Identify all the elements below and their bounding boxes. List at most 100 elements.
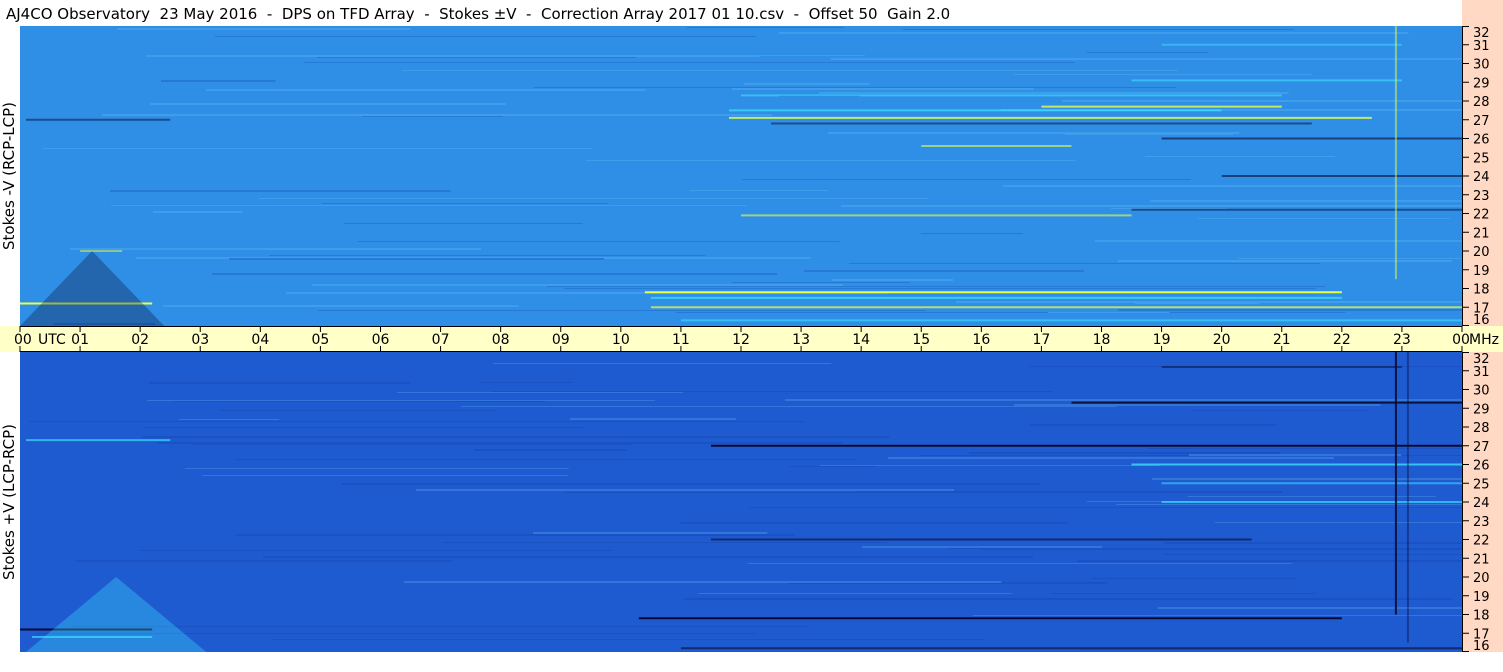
y-tick-label: 25 xyxy=(1473,477,1490,492)
spectrogram-bottom-svg xyxy=(20,352,1462,652)
texture-streak xyxy=(111,205,747,206)
y-axis-label-bottom: Stokes +V (LCP-RCP) xyxy=(0,424,18,580)
texture-streak xyxy=(1013,74,1312,75)
texture-streak xyxy=(686,27,844,28)
vertical-interference-line xyxy=(1394,352,1397,615)
texture-streak xyxy=(1146,448,1462,449)
texture-streak xyxy=(322,203,609,204)
texture-streak xyxy=(416,489,955,491)
y-tick-label: 29 xyxy=(1473,76,1490,91)
texture-streak xyxy=(1187,496,1436,497)
texture-streak xyxy=(142,436,890,438)
stokes-plus-v-spectrogram xyxy=(20,352,1462,652)
texture-streak xyxy=(920,233,1024,234)
texture-streak xyxy=(1002,185,1462,187)
x-tick-label: 15 xyxy=(912,332,930,348)
texture-streak xyxy=(344,223,583,224)
texture-streak xyxy=(848,263,1320,264)
x-tick-label: 00 xyxy=(14,332,32,348)
y-tick-label: 20 xyxy=(1473,571,1490,586)
x-tick-label: 19 xyxy=(1153,332,1171,348)
texture-streak xyxy=(534,87,1176,88)
texture-streak xyxy=(442,542,887,543)
texture-streak xyxy=(236,534,795,536)
texture-streak xyxy=(570,418,737,420)
utc-time-axis: 00 01 02 03 04 05 06 07 08 09 10 11 12 13 14 15 16 17 18 19… xyxy=(0,326,1503,352)
emission-band xyxy=(650,296,1342,299)
texture-streak xyxy=(163,305,519,307)
texture-streak xyxy=(139,550,613,551)
y-tick-label: 28 xyxy=(1473,421,1490,436)
emission-band xyxy=(1161,501,1462,503)
emission-band xyxy=(650,306,1462,309)
spectrogram-top-svg xyxy=(20,26,1462,326)
x-tick-label: 07 xyxy=(432,332,450,348)
emission-band xyxy=(680,319,1462,322)
x-unit-label: UTC xyxy=(38,332,66,348)
texture-streak xyxy=(902,29,1294,30)
emission-band xyxy=(1161,366,1402,368)
texture-streak xyxy=(564,288,1316,289)
texture-streak xyxy=(948,548,1058,549)
x-tick-label: 06 xyxy=(372,332,390,348)
y-tick-label: 26 xyxy=(1473,459,1490,474)
x-tick-label: 22 xyxy=(1333,332,1351,348)
texture-streak xyxy=(147,400,655,401)
texture-streak xyxy=(818,92,1289,94)
texture-streak xyxy=(202,475,568,476)
y-tick-label: 21 xyxy=(1473,552,1490,567)
texture-streak xyxy=(819,465,1160,466)
texture-streak xyxy=(43,148,593,149)
stokes-minus-v-spectrogram xyxy=(20,26,1462,326)
x-tick-label: 14 xyxy=(852,332,870,348)
y-tick-label: 23 xyxy=(1473,189,1490,204)
emission-band xyxy=(710,538,1252,541)
texture-streak xyxy=(402,70,1179,71)
texture-streak xyxy=(212,273,778,275)
freq-axis-top: 16 17 18 19 20 21 22 23 24 25 26 27 28 29 30 31 32 xyxy=(1462,26,1503,326)
texture-streak xyxy=(215,36,757,37)
y-tick-label: 24 xyxy=(1473,170,1490,185)
vertical-interference-line xyxy=(1394,26,1397,280)
texture-streak xyxy=(1117,309,1462,311)
texture-streak xyxy=(1094,240,1462,242)
emission-band xyxy=(1161,43,1402,46)
texture-streak xyxy=(1192,410,1368,411)
texture-streak xyxy=(743,83,870,85)
texture-streak xyxy=(748,507,1462,508)
x-tick-label: 18 xyxy=(1093,332,1111,348)
x-tick-label: 20 xyxy=(1213,332,1231,348)
y-tick-label: 17 xyxy=(1473,301,1490,316)
texture-streak xyxy=(70,248,482,250)
texture-streak xyxy=(887,457,1334,459)
texture-streak xyxy=(803,270,1084,272)
texture-streak xyxy=(1134,303,1260,304)
texture-streak xyxy=(358,241,840,242)
y-tick-label: 22 xyxy=(1473,208,1490,223)
y-tick-label: 23 xyxy=(1473,515,1490,530)
texture-streak xyxy=(675,312,1346,313)
texture-streak xyxy=(679,522,1068,524)
texture-streak xyxy=(110,190,451,192)
texture-streak xyxy=(404,581,1002,583)
emission-band xyxy=(710,444,1462,447)
y-tick-label: 30 xyxy=(1473,58,1490,73)
emission-band xyxy=(728,116,1372,119)
emission-band xyxy=(1071,401,1462,404)
y-axis-label-top: Stokes -V (RCP-LCP) xyxy=(0,102,18,250)
texture-streak xyxy=(1157,607,1462,609)
emission-band xyxy=(26,439,171,442)
texture-streak xyxy=(492,391,1053,392)
texture-streak xyxy=(1214,522,1462,523)
texture-streak xyxy=(269,255,706,256)
x-tick-label: 16 xyxy=(972,332,990,348)
texture-streak xyxy=(994,548,1462,549)
emission-band xyxy=(80,250,123,252)
texture-streak xyxy=(362,116,503,117)
texture-streak xyxy=(741,179,1191,180)
texture-streak xyxy=(968,452,1280,454)
y-tick-label: 31 xyxy=(1473,365,1490,380)
emission-band xyxy=(741,94,1282,97)
texture-streak xyxy=(229,258,604,260)
texture-streak xyxy=(143,427,584,428)
